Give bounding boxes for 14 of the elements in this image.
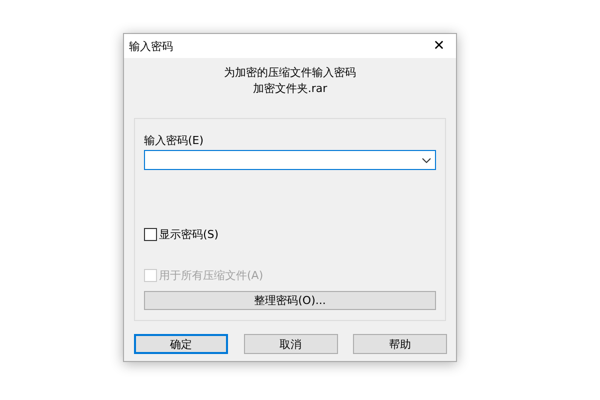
field-label: 输入密码(E) bbox=[144, 133, 204, 148]
dialog-button[interactable]: 帮助 bbox=[353, 334, 447, 354]
password-field[interactable] bbox=[144, 150, 436, 170]
checkbox-option[interactable]: 显示密码(S) bbox=[144, 227, 219, 242]
file-name: 加密文件夹.rar bbox=[252, 81, 328, 96]
caret-icon bbox=[422, 158, 431, 162]
dialog-button[interactable]: 取消 bbox=[244, 334, 338, 354]
prompt-text: 为加密的压缩文件输入密码 bbox=[224, 65, 356, 80]
window-title: 输入密码 bbox=[129, 38, 173, 54]
checkbox[interactable] bbox=[144, 228, 157, 241]
organize-button[interactable]: 整理密码(O)... bbox=[144, 291, 436, 310]
checkbox-label: 显示密码(S) bbox=[159, 227, 219, 242]
close-button[interactable]: ✕ bbox=[422, 34, 456, 58]
dialog-button[interactable]: 确定 bbox=[134, 334, 228, 354]
